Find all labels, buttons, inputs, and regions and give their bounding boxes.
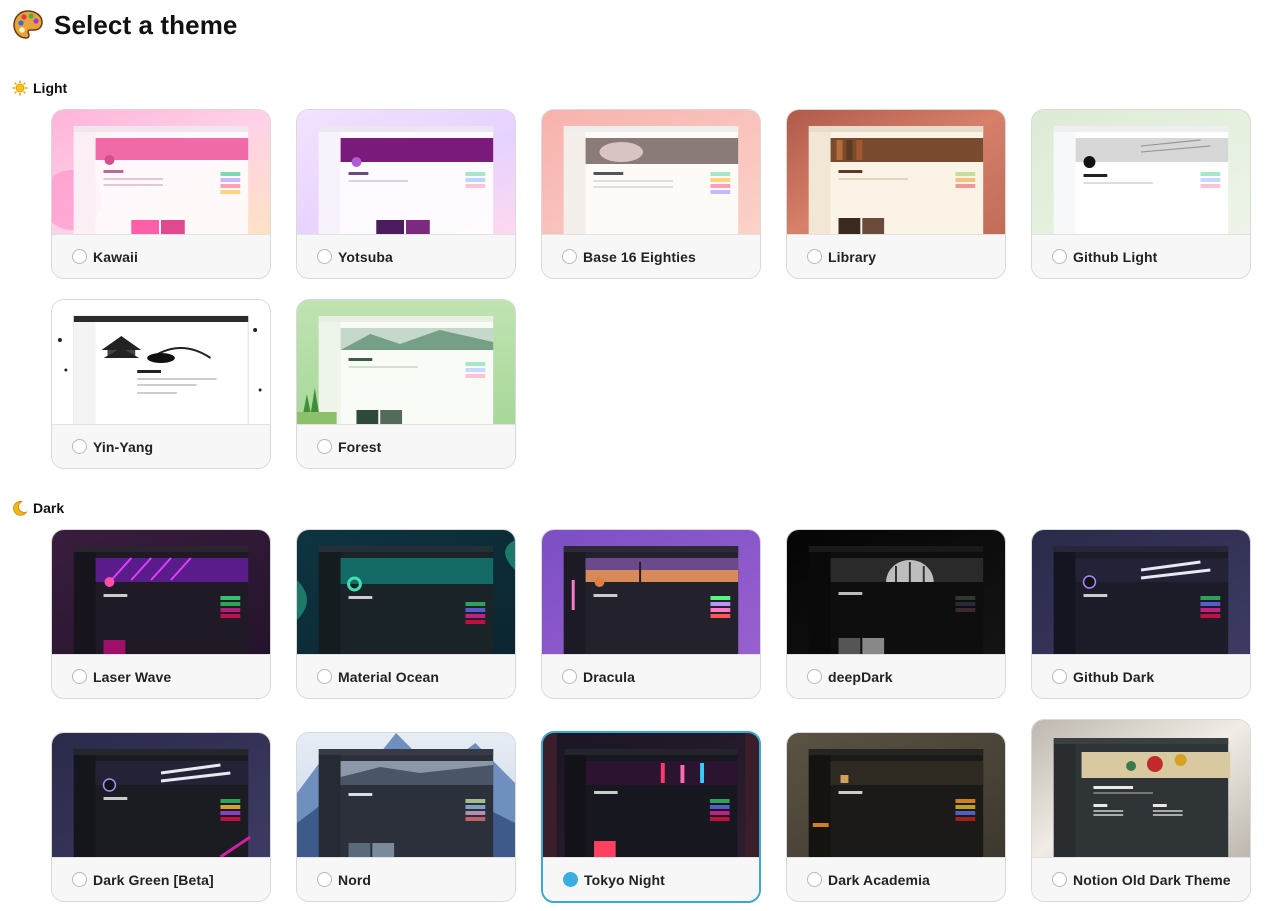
theme-label: Kawaii [93,248,138,265]
palette-icon [13,10,43,39]
theme-card-footer: Kawaii [52,234,270,278]
theme-card-laser-wave[interactable]: Laser Wave [51,529,271,699]
theme-preview [52,733,270,857]
theme-label: Yin-Yang [93,438,154,455]
radio-button[interactable] [1052,249,1067,264]
sun-icon [12,80,28,96]
theme-card-kawaii[interactable]: Kawaii [51,109,271,279]
theme-preview [787,110,1005,234]
theme-label: deepDark [828,668,893,685]
theme-preview [1032,720,1250,857]
theme-card-footer: Forest [297,424,515,468]
theme-card-material-ocean[interactable]: Material Ocean [296,529,516,699]
theme-card-footer: Base 16 Eighties [542,234,760,278]
theme-card-library[interactable]: Library [786,109,1006,279]
section-light-label: Light [33,80,68,96]
theme-preview [52,300,270,424]
theme-label: Dracula [583,668,636,685]
theme-card-footer: Github Dark [1032,654,1250,698]
theme-label: Dark Academia [828,871,930,888]
radio-button[interactable] [1052,872,1067,887]
theme-card-footer: Laser Wave [52,654,270,698]
radio-button[interactable] [72,669,87,684]
radio-button[interactable] [317,249,332,264]
radio-button[interactable] [72,439,87,454]
theme-label: Base 16 Eighties [583,248,696,265]
theme-preview [787,733,1005,857]
theme-label: Laser Wave [93,668,172,685]
theme-preview [1032,110,1250,234]
theme-card-tokyo-night[interactable]: Tokyo Night [541,731,761,903]
theme-card-github-dark[interactable]: Github Dark [1031,529,1251,699]
theme-card-yin-yang[interactable]: Yin-Yang [51,299,271,469]
radio-button[interactable] [317,439,332,454]
crescent-moon-icon [13,500,28,516]
theme-preview [542,530,760,654]
theme-preview [297,733,515,857]
theme-card-footer: Notion Old Dark Theme [1032,857,1250,901]
theme-label: Material Ocean [338,668,439,685]
theme-card-footer: deepDark [787,654,1005,698]
theme-preview [297,300,515,424]
radio-button[interactable] [807,872,822,887]
theme-preview [52,530,270,654]
theme-label: Library [828,248,877,265]
theme-card-footer: Yotsuba [297,234,515,278]
theme-label: Yotsuba [338,248,393,265]
theme-preview [542,110,760,234]
theme-preview [297,110,515,234]
radio-button[interactable] [1052,669,1067,684]
theme-card-footer: Dark Academia [787,857,1005,901]
radio-button[interactable] [807,669,822,684]
theme-label: Forest [338,438,382,455]
theme-card-footer: Dark Green [Beta] [52,857,270,901]
theme-card-base16-eighties[interactable]: Base 16 Eighties [541,109,761,279]
section-dark-label: Dark [33,500,65,516]
theme-preview [52,110,270,234]
theme-label: Notion Old Dark Theme [1073,871,1231,888]
radio-button[interactable] [562,249,577,264]
theme-card-footer: Material Ocean [297,654,515,698]
theme-card-dracula[interactable]: Dracula [541,529,761,699]
radio-button[interactable] [317,669,332,684]
theme-card-notion-old-dark[interactable]: Notion Old Dark Theme [1031,719,1251,902]
theme-card-dark-academia[interactable]: Dark Academia [786,732,1006,902]
theme-preview [1032,530,1250,654]
theme-card-footer: Github Light [1032,234,1250,278]
theme-card-forest[interactable]: Forest [296,299,516,469]
theme-label: Dark Green [Beta] [93,871,214,888]
radio-button[interactable] [72,872,87,887]
theme-card-footer: Yin-Yang [52,424,270,468]
radio-button[interactable] [807,249,822,264]
theme-preview [297,530,515,654]
section-dark: Dark [12,500,64,516]
theme-card-deepdark[interactable]: deepDark [786,529,1006,699]
theme-card-footer: Dracula [542,654,760,698]
theme-card-dark-green-beta[interactable]: Dark Green [Beta] [51,732,271,902]
radio-button[interactable] [562,669,577,684]
theme-card-footer: Tokyo Night [543,857,759,901]
theme-preview [787,530,1005,654]
theme-card-nord[interactable]: Nord [296,732,516,902]
page-title: Select a theme [54,9,238,40]
theme-card-footer: Nord [297,857,515,901]
section-light: Light [12,80,67,96]
theme-label: Tokyo Night [584,871,665,888]
radio-button[interactable] [317,872,332,887]
theme-card-github-light[interactable]: Github Light [1031,109,1251,279]
theme-label: Github Dark [1073,668,1155,685]
theme-label: Nord [338,871,372,888]
theme-label: Github Light [1073,248,1158,265]
theme-preview [543,733,759,857]
radio-button-selected[interactable] [563,872,578,887]
theme-card-footer: Library [787,234,1005,278]
theme-card-yotsuba[interactable]: Yotsuba [296,109,516,279]
page-header: Select a theme [12,8,238,42]
radio-button[interactable] [72,249,87,264]
